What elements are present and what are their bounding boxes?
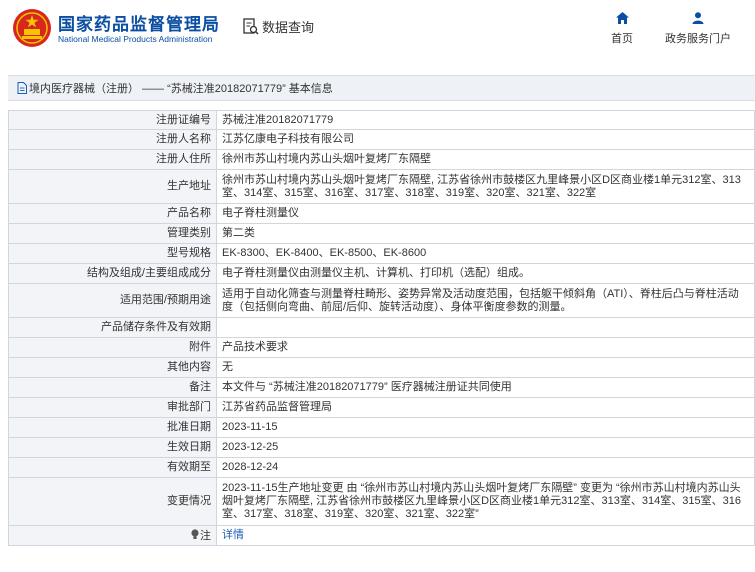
row-value: 徐州市苏山村境内苏山头烟叶复烤厂东隔壁, 江苏省徐州市鼓楼区九里峰景小区D区商业… — [216, 169, 755, 204]
table-row: 型号规格 EK-8300、EK-8400、EK-8500、EK-8600 — [8, 243, 755, 264]
row-value: 2023-12-25 — [216, 437, 755, 458]
nav-gov-service-label: 政务服务门户 — [665, 33, 731, 45]
row-label: 备注 — [8, 377, 217, 398]
table-row: 批准日期 2023-11-15 — [8, 417, 755, 438]
table-row: 注 详情 — [8, 525, 755, 546]
row-label: 生产地址 — [8, 169, 217, 204]
table-row: 备注 本文件与 “苏械注准20182071779” 医疗器械注册证共同使用 — [8, 377, 755, 398]
breadcrumb: 境内医疗器械（注册） —— “苏械注准20182071779” 基本信息 — [8, 75, 755, 101]
row-value: EK-8300、EK-8400、EK-8500、EK-8600 — [216, 243, 755, 264]
note-label-cell: 注 — [8, 525, 217, 546]
table-row: 管理类别 第二类 — [8, 223, 755, 244]
data-query-link[interactable]: 数据查询 — [243, 17, 314, 36]
table-row: 产品名称 电子脊柱测量仪 — [8, 203, 755, 224]
search-document-icon — [243, 17, 259, 34]
row-label: 审批部门 — [8, 397, 217, 418]
row-value: 2023-11-15生产地址变更 由 “徐州市苏山村境内苏山头烟叶复烤厂东隔壁”… — [216, 477, 755, 526]
row-label: 变更情况 — [8, 477, 217, 526]
row-label: 产品名称 — [8, 203, 217, 224]
row-value: 适用于自动化筛查与测量脊柱畸形、姿势异常及活动度范围，包括躯干倾斜角（ATI）、… — [216, 283, 755, 318]
row-value: 江苏省药品监督管理局 — [216, 397, 755, 418]
table-row: 有效期至 2028-12-24 — [8, 457, 755, 478]
row-label: 注册人名称 — [8, 129, 217, 150]
row-label: 管理类别 — [8, 223, 217, 244]
row-label: 注册人住所 — [8, 149, 217, 170]
org-name-cn[interactable]: 国家药品监督管理局 — [58, 10, 220, 35]
site-header: 国家药品监督管理局 National Medical Products Admi… — [0, 0, 755, 64]
row-value: 苏械注准20182071779 — [216, 110, 755, 130]
row-label: 注册证编号 — [8, 110, 217, 130]
table-row: 生产地址 徐州市苏山村境内苏山头烟叶复烤厂东隔壁, 江苏省徐州市鼓楼区九里峰景小区… — [8, 169, 755, 204]
data-query-label: 数据查询 — [262, 20, 315, 35]
row-value: 第二类 — [216, 223, 755, 244]
nav-home[interactable]: 首页 — [608, 12, 636, 46]
table-row: 产品储存条件及有效期 — [8, 317, 755, 338]
table-row: 其他内容无 — [8, 357, 755, 378]
table-row: 结构及组成/主要组成成分 电子脊柱测量仪由测量仪主机、计算机、打印机（选配）组成。 — [8, 263, 755, 284]
device-info-table: 注册证编号 苏械注准20182071779 注册人名称 江苏亿康电子科技有限公司 注… — [8, 110, 755, 546]
table-row: 适用范围/预期用途 适用于自动化筛查与测量脊柱畸形、姿势异常及活动度范围，包括躯干… — [8, 283, 755, 318]
row-value: 徐州市苏山村境内苏山头烟叶复烤厂东隔壁 — [216, 149, 755, 170]
row-label: 型号规格 — [8, 243, 217, 264]
breadcrumb-text: 境内医疗器械（注册） —— “苏械注准20182071779” 基本信息 — [29, 83, 333, 95]
row-label: 有效期至 — [8, 457, 217, 478]
row-value: 电子脊柱测量仪 — [216, 203, 755, 224]
row-value — [216, 317, 755, 338]
table-row: 注册人住所 徐州市苏山村境内苏山头烟叶复烤厂东隔壁 — [8, 149, 755, 170]
table-row: 附件 产品技术要求 — [8, 337, 755, 358]
row-value: 产品技术要求 — [216, 337, 755, 358]
row-value: 本文件与 “苏械注准20182071779” 医疗器械注册证共同使用 — [216, 377, 755, 398]
table-row: 注册人名称 江苏亿康电子科技有限公司 — [8, 129, 755, 150]
table-row: 注册证编号 苏械注准20182071779 — [8, 110, 755, 130]
table-row: 审批部门 江苏省药品监督管理局 — [8, 397, 755, 418]
row-value: 江苏亿康电子科技有限公司 — [216, 129, 755, 150]
document-icon — [17, 82, 27, 94]
details-link[interactable]: 详情 — [222, 529, 244, 541]
user-icon — [692, 12, 704, 24]
bulb-icon — [191, 528, 199, 539]
row-label: 生效日期 — [8, 437, 217, 458]
national-emblem-icon[interactable] — [12, 8, 52, 48]
row-value: 2028-12-24 — [216, 457, 755, 478]
row-label: 适用范围/预期用途 — [8, 283, 217, 318]
row-label: 结构及组成/主要组成成分 — [8, 263, 217, 284]
table-row: 变更情况 2023-11-15生产地址变更 由 “徐州市苏山村境内苏山头烟叶复烤厂… — [8, 477, 755, 526]
row-value: 无 — [216, 357, 755, 378]
org-name-en[interactable]: National Medical Products Administration — [58, 34, 213, 44]
row-label: 批准日期 — [8, 417, 217, 438]
nav-home-label: 首页 — [611, 33, 633, 45]
row-label: 附件 — [8, 337, 217, 358]
nav-gov-service[interactable]: 政务服务门户 — [658, 12, 738, 46]
row-value: 电子脊柱测量仪由测量仪主机、计算机、打印机（选配）组成。 — [216, 263, 755, 284]
row-label: 产品储存条件及有效期 — [8, 317, 217, 338]
table-row: 生效日期 2023-12-25 — [8, 437, 755, 458]
home-icon — [615, 12, 629, 24]
row-value: 2023-11-15 — [216, 417, 755, 438]
row-label: 其他内容 — [8, 357, 217, 378]
note-label: 注 — [200, 529, 211, 542]
